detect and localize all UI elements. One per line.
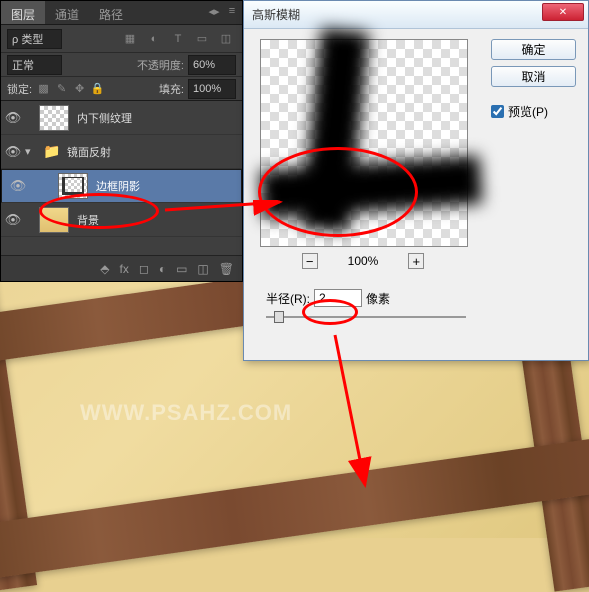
layer-row[interactable]: 👁 内下侧纹理	[1, 101, 242, 135]
folder-toggle-icon[interactable]: ▾	[25, 145, 43, 158]
radius-input[interactable]	[314, 289, 362, 307]
panel-corner-controls: ◂▸ ≡	[206, 3, 240, 19]
layer-thumb[interactable]	[58, 173, 88, 199]
layer-filter-type[interactable]: ρ 类型	[7, 29, 62, 49]
ok-button[interactable]: 确定	[491, 39, 576, 60]
opacity-value[interactable]: 60%	[188, 55, 236, 75]
layer-name: 内下侧纹理	[77, 110, 132, 126]
radius-label: 半径(R):	[266, 290, 310, 307]
radius-slider[interactable]	[266, 313, 466, 321]
tab-layers[interactable]: 图层	[1, 1, 45, 24]
tab-channels[interactable]: 通道	[45, 1, 89, 24]
blur-preview[interactable]	[260, 39, 468, 247]
layer-name: 镜面反射	[67, 144, 111, 160]
lock-label: 锁定:	[7, 81, 32, 97]
filter-pixel-icon[interactable]: ▦	[120, 29, 140, 49]
lock-position-icon[interactable]: ✥	[72, 81, 87, 96]
opacity-label: 不透明度:	[137, 57, 184, 73]
visibility-icon[interactable]: 👁	[1, 212, 25, 228]
panel-footer: ⬘ fx ◻ ◐ ▭ ◫ 🗑	[1, 255, 242, 281]
dialog-side-buttons: 确定 取消 预览(P)	[491, 39, 576, 120]
panel-menu-icon[interactable]: ≡	[224, 3, 240, 19]
zoom-in-button[interactable]: +	[408, 253, 424, 269]
new-layer-icon[interactable]: ◫	[197, 262, 208, 276]
collapse-icon[interactable]: ◂▸	[206, 3, 222, 19]
slider-handle[interactable]	[274, 311, 284, 323]
dialog-title: 高斯模糊	[244, 1, 588, 29]
filter-smart-icon[interactable]: ◫	[216, 29, 236, 49]
visibility-icon[interactable]: 👁	[6, 178, 30, 194]
blend-mode-select[interactable]: 正常	[7, 55, 62, 75]
filter-row: ρ 类型 ▦ ◐ T ▭ ◫	[1, 25, 242, 53]
cancel-button[interactable]: 取消	[491, 66, 576, 87]
zoom-controls: − 100% +	[256, 253, 470, 269]
folder-icon: 📁	[43, 143, 67, 160]
lock-paint-icon[interactable]: ✎	[54, 81, 69, 96]
layer-list: 👁 内下侧纹理 👁 ▾ 📁 镜面反射 👁 边框阴影 👁 背景	[1, 101, 242, 237]
link-layers-icon[interactable]: ⬘	[100, 262, 109, 276]
preview-checkbox[interactable]	[491, 105, 504, 118]
visibility-icon[interactable]: 👁	[1, 110, 25, 126]
filter-type-icon[interactable]: T	[168, 29, 188, 49]
layer-name: 边框阴影	[96, 178, 140, 194]
filter-shape-icon[interactable]: ▭	[192, 29, 212, 49]
radius-row: 半径(R): 像素	[256, 289, 576, 307]
visibility-icon[interactable]: 👁	[1, 144, 25, 160]
blend-row: 正常 不透明度: 60%	[1, 53, 242, 77]
filter-icons: ▦ ◐ T ▭ ◫	[120, 29, 236, 49]
adjustment-layer-icon[interactable]: ◐	[159, 262, 166, 276]
preview-checkbox-row[interactable]: 预览(P)	[491, 103, 576, 120]
layer-row[interactable]: 👁 背景	[1, 203, 242, 237]
layer-thumb[interactable]	[39, 207, 69, 233]
zoom-out-button[interactable]: −	[302, 253, 318, 269]
fill-label: 填充:	[159, 81, 184, 97]
new-group-icon[interactable]: ▭	[176, 262, 187, 276]
layer-name: 背景	[77, 212, 99, 228]
radius-unit: 像素	[366, 290, 390, 307]
filter-adjust-icon[interactable]: ◐	[144, 29, 164, 49]
layer-fx-icon[interactable]: fx	[120, 262, 129, 276]
tab-paths[interactable]: 路径	[89, 1, 133, 24]
lock-row: 锁定: ▩ ✎ ✥ 🔒 填充: 100%	[1, 77, 242, 101]
lock-transparency-icon[interactable]: ▩	[36, 81, 51, 96]
gaussian-blur-dialog: 高斯模糊 ✕ − 100% + 半径(R): 像素 确定 取消 预览(P)	[243, 0, 589, 361]
fill-value[interactable]: 100%	[188, 79, 236, 99]
layer-mask-icon[interactable]: ◻	[139, 262, 149, 276]
close-button[interactable]: ✕	[542, 3, 584, 21]
zoom-level: 100%	[348, 254, 379, 268]
layers-panel: 图层 通道 路径 ◂▸ ≡ ρ 类型 ▦ ◐ T ▭ ◫ 正常 不透明度: 60…	[0, 0, 243, 282]
layer-thumb[interactable]	[39, 105, 69, 131]
preview-checkbox-label: 预览(P)	[508, 103, 548, 120]
watermark-text: WWW.PSAHZ.COM	[80, 400, 292, 426]
lock-all-icon[interactable]: 🔒	[90, 81, 105, 96]
layer-group-row[interactable]: 👁 ▾ 📁 镜面反射	[1, 135, 242, 169]
layer-row-selected[interactable]: 👁 边框阴影	[1, 169, 242, 203]
delete-layer-icon[interactable]: 🗑	[219, 262, 234, 276]
